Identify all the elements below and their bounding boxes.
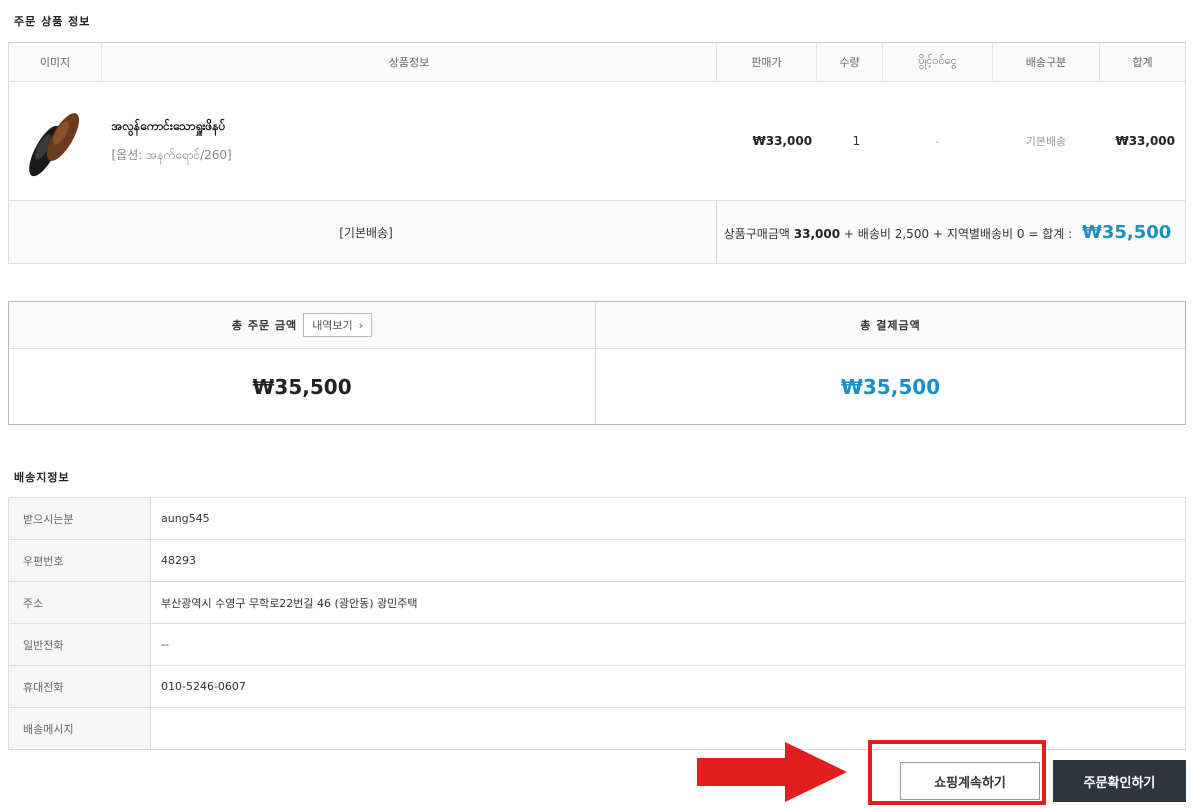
payment-total-label: 총 결제금액	[596, 302, 1185, 349]
postal-code-label: 우편번호	[8, 539, 151, 582]
shoes-image[interactable]	[19, 93, 92, 189]
product-points: -	[935, 135, 940, 148]
product-option: [옵션: အနက်ရောင်/260]	[111, 147, 232, 162]
plus-sign-1: +	[843, 226, 854, 241]
view-details-button[interactable]: 내역보기 ›	[303, 313, 373, 337]
header-quantity: 수량	[816, 42, 883, 82]
table-row: အလွန်ကောင်းသောရှူးဖိနပ် [옵션: အနက်ရောင်/2…	[8, 81, 1186, 201]
payment-total-value: ₩35,500	[840, 374, 941, 399]
header-shipping-type: 배송구분	[992, 42, 1100, 82]
address-label: 주소	[8, 581, 151, 624]
phone-label: 일반전화	[8, 623, 151, 666]
mobile-label: 휴대전화	[8, 665, 151, 708]
regional-shipping-fee: 지역별배송비 0	[946, 226, 1025, 241]
header-price: 판매가	[716, 42, 817, 82]
address-section-title: 배송지정보	[14, 471, 70, 484]
purchase-amount-label: 상품구매금액	[723, 226, 790, 241]
recipient-label: 받으시는분	[8, 497, 151, 540]
purchase-amount: 33,000	[793, 226, 841, 241]
shipping-summary: 상품구매금액 33,000 + 배송비 2,500 + 지역별배송비 0 = 합…	[716, 200, 1186, 264]
postal-code-value: 48293	[150, 539, 1186, 582]
plus-sign-2: +	[932, 226, 943, 241]
header-image: 이미지	[8, 42, 102, 82]
phone-value: --	[150, 623, 1186, 666]
delivery-message-label: 배송메시지	[8, 707, 151, 750]
order-section-title: 주문 상품 정보	[14, 15, 91, 28]
address-row: 받으시는분 aung545	[8, 497, 1186, 540]
equals-total-label: = 합계 :	[1028, 226, 1073, 241]
recipient-value: aung545	[150, 497, 1186, 540]
product-info-cell: အလွန်ကောင်းသောရှူးဖိနပ် [옵션: အနက်ရောင်/2…	[101, 81, 717, 201]
continue-shopping-button[interactable]: 쇼핑계속하기	[900, 762, 1040, 800]
mobile-value: 010-5246-0607	[150, 665, 1186, 708]
header-points: ပွိုင့်ဝင်ငွေ	[882, 42, 993, 82]
view-details-label: 내역보기	[312, 319, 353, 332]
address-table: 받으시는분 aung545 우편번호 48293 주소 부산광역시 수영구 무학…	[8, 497, 1186, 750]
confirm-order-button[interactable]: 주문확인하기	[1053, 760, 1186, 802]
red-arrow-icon	[697, 742, 847, 806]
order-table-header: 이미지 상품정보 판매가 수량 ပွိုင့်ဝင်ငွေ 배송구분 합계	[8, 42, 1186, 82]
order-total-header: 총 주문 금액 내역보기 ›	[9, 302, 595, 349]
address-row: 우편번호 48293	[8, 539, 1186, 582]
product-quantity: 1	[852, 134, 861, 148]
product-price: ₩33,000	[752, 134, 813, 148]
header-total: 합계	[1099, 42, 1186, 82]
shipping-group-label: [기본배송]	[8, 200, 717, 264]
payment-total-column: 총 결제금액 ₩35,500	[596, 302, 1185, 424]
address-value: 부산광역시 수영구 무학로22번길 46 (광안동) 광민주택	[150, 581, 1186, 624]
order-total-value: ₩35,500	[252, 374, 352, 399]
order-total-column: 총 주문 금액 내역보기 › ₩35,500	[9, 302, 596, 424]
shipping-summary-row: [기본배송] 상품구매금액 33,000 + 배송비 2,500 + 지역별배송…	[8, 200, 1186, 264]
header-product-info: 상품정보	[101, 42, 717, 82]
order-total-label: 총 주문 금액	[231, 319, 298, 332]
product-total: ₩33,000	[1115, 134, 1175, 148]
summary-total: ₩35,500	[1081, 221, 1172, 243]
product-image-cell	[8, 81, 102, 201]
order-table: 이미지 상품정보 판매가 수량 ပွိုင့်ဝင်ငွေ 배송구분 합계 အလ…	[8, 42, 1186, 264]
address-row: 주소 부산광역시 수영구 무학로22번길 46 (광안동) 광민주택	[8, 581, 1186, 624]
shipping-fee: 배송비 2,500	[857, 226, 930, 241]
address-row: 휴대전화 010-5246-0607	[8, 665, 1186, 708]
product-name[interactable]: အလွန်ကောင်းသောရှူးဖိနပ်	[112, 118, 716, 136]
address-row: 일반전화 --	[8, 623, 1186, 666]
product-shipping-type: 기본배송	[1025, 135, 1067, 148]
totals-box: 총 주문 금액 내역보기 › ₩35,500 총 결제금액 ₩35,500	[8, 301, 1186, 425]
chevron-right-icon: ›	[358, 318, 364, 332]
